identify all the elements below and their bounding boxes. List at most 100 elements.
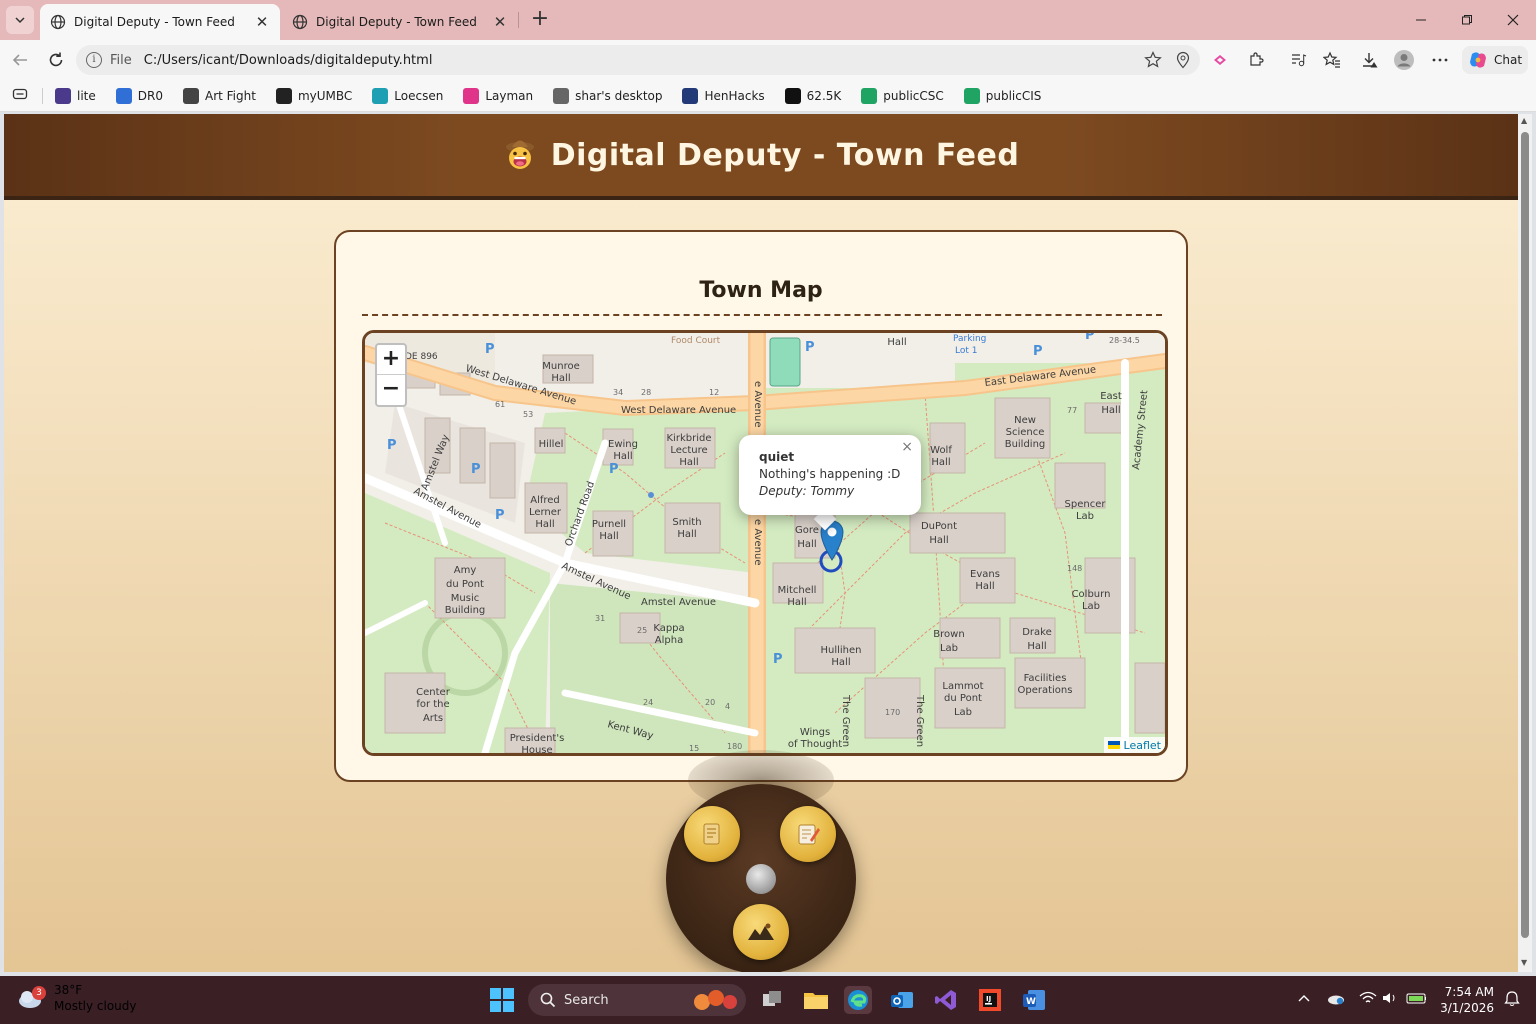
site-header: Digital Deputy - Town Feed <box>4 114 1518 200</box>
map-label: Alfred <box>530 495 560 506</box>
extensions-icon[interactable] <box>1244 48 1268 72</box>
bookmark-item[interactable]: myUMBC <box>275 87 352 104</box>
bookmark-item[interactable]: Loecsen <box>372 87 443 104</box>
bookmark-item[interactable]: DR0 <box>115 87 163 104</box>
page-scrollbar[interactable]: ▲ ▼ <box>1518 114 1532 972</box>
address-bar[interactable]: i File C:/Users/icant/Downloads/digitald… <box>76 45 1200 75</box>
close-tab-icon[interactable]: ✕ <box>254 13 270 31</box>
map-label: Wings <box>800 727 830 738</box>
more-options-icon[interactable] <box>1428 48 1452 72</box>
map-label: Hall <box>551 373 570 384</box>
scrollbar-thumb[interactable] <box>1521 132 1529 938</box>
bookmark-item[interactable]: Art Fight <box>182 87 256 104</box>
map-tiles[interactable]: West Delaware Avenue West Delaware Avenu… <box>365 333 1165 753</box>
scroll-up-icon[interactable]: ▲ <box>1521 116 1527 125</box>
map-label: Hall <box>599 531 618 542</box>
drive-icon <box>963 87 980 104</box>
restore-button[interactable] <box>1444 0 1490 40</box>
tab-active[interactable]: Digital Deputy - Town Feed ✕ <box>40 4 280 40</box>
wifi-icon[interactable] <box>1358 988 1378 1008</box>
bookmark-label: lite <box>77 88 96 103</box>
bookmark-item[interactable]: publicCSC <box>861 87 944 104</box>
scroll-down-icon[interactable]: ▼ <box>1521 958 1527 967</box>
svg-text:25: 25 <box>637 626 647 635</box>
svg-text:24: 24 <box>643 698 653 707</box>
show-hidden-icons[interactable] <box>1294 988 1314 1008</box>
svg-text:77: 77 <box>1067 406 1077 415</box>
downloads-icon[interactable] <box>1358 48 1382 72</box>
bookmark-item[interactable]: 62.5K <box>784 87 841 104</box>
leaflet-link[interactable]: Leaflet <box>1124 739 1161 752</box>
collections-icon[interactable] <box>12 86 28 105</box>
chevron-down-icon <box>15 17 25 24</box>
radial-menu-hub[interactable] <box>746 864 776 894</box>
copilot-chat-button[interactable]: Chat <box>1462 46 1528 74</box>
globe-icon <box>292 14 308 30</box>
jetbrains-button[interactable]: IJ <box>976 986 1004 1014</box>
folder-icon <box>804 993 828 1009</box>
visual-studio-icon <box>935 990 956 1010</box>
favorites-icon[interactable] <box>1320 48 1344 72</box>
map-label: Hall <box>679 457 698 468</box>
copilot-sidebar-icon[interactable] <box>1208 48 1232 72</box>
edge-browser-button[interactable] <box>844 986 872 1014</box>
file-explorer-button[interactable] <box>802 986 830 1014</box>
zoom-control: + − <box>375 343 407 407</box>
word-button[interactable]: W <box>1020 986 1048 1014</box>
map-label: Lot 1 <box>955 346 977 356</box>
system-clock[interactable]: 7:54 AM 3/1/2026 <box>1440 984 1494 1016</box>
start-button[interactable] <box>490 988 514 1016</box>
map-label: Evans <box>970 569 1000 580</box>
zoom-in-button[interactable]: + <box>377 345 405 375</box>
map-label: Hall <box>831 657 850 668</box>
favorite-star-icon[interactable] <box>1144 51 1162 69</box>
profile-avatar[interactable] <box>1392 48 1416 72</box>
close-window-button[interactable] <box>1490 0 1536 40</box>
zoom-out-button[interactable]: − <box>377 375 405 405</box>
onedrive-icon[interactable] <box>1326 988 1346 1008</box>
bookmark-item[interactable]: publicCIS <box>963 87 1041 104</box>
new-tab-button[interactable]: + <box>528 8 552 32</box>
town-map[interactable]: West Delaware Avenue West Delaware Avenu… <box>362 330 1168 756</box>
copilot-icon <box>1470 52 1486 68</box>
svg-text:20: 20 <box>705 698 715 707</box>
svg-text:P: P <box>1033 344 1043 359</box>
battery-icon[interactable] <box>1406 988 1426 1008</box>
svg-text:P: P <box>1085 333 1095 343</box>
svg-text:148: 148 <box>1067 564 1082 573</box>
town-view-button[interactable] <box>733 904 789 960</box>
bookmark-item[interactable]: Layman <box>463 87 533 104</box>
location-pin-icon[interactable] <box>1174 51 1192 69</box>
word-icon: W <box>1023 990 1045 1010</box>
bookmark-item[interactable]: HenHacks <box>682 87 765 104</box>
bookmark-item[interactable]: shar's desktop <box>553 87 662 104</box>
popup-close-button[interactable]: × <box>901 439 913 456</box>
bookmark-list: lite DR0 Art Fight myUMBC Loecsen Layman shar'… <box>55 87 1061 104</box>
back-button[interactable] <box>8 48 32 72</box>
media-control-icon[interactable] <box>1286 48 1310 72</box>
note-pencil-icon <box>798 824 820 845</box>
write-report-button[interactable] <box>780 806 836 862</box>
map-label: Mitchell <box>778 585 817 596</box>
refresh-button[interactable] <box>44 48 68 72</box>
notifications-icon[interactable] <box>1502 988 1522 1008</box>
bookmark-item[interactable]: lite <box>55 87 96 104</box>
search-label: Search <box>564 992 609 1008</box>
info-icon[interactable]: i <box>86 52 102 68</box>
tab-inactive[interactable]: Digital Deputy - Town Feed ✕ <box>282 4 518 40</box>
minimize-button[interactable] <box>1398 0 1444 40</box>
close-tab-icon[interactable]: ✕ <box>492 13 508 31</box>
volume-icon[interactable] <box>1380 988 1400 1008</box>
weather-widget[interactable]: 3 38°F Mostly cloudy <box>16 982 137 1014</box>
task-view-button[interactable] <box>758 986 786 1014</box>
svg-text:IJ: IJ <box>986 995 991 1003</box>
taskbar-search[interactable]: Search <box>528 984 746 1016</box>
tab-separator <box>518 12 519 28</box>
visual-studio-button[interactable] <box>932 986 960 1014</box>
tab-title: Digital Deputy - Town Feed <box>74 15 235 29</box>
svg-text:61: 61 <box>495 400 505 409</box>
outlook-button[interactable] <box>888 986 916 1014</box>
tab-list-button[interactable] <box>6 6 34 34</box>
svg-text:P: P <box>805 340 815 355</box>
report-scroll-button[interactable] <box>684 806 740 862</box>
